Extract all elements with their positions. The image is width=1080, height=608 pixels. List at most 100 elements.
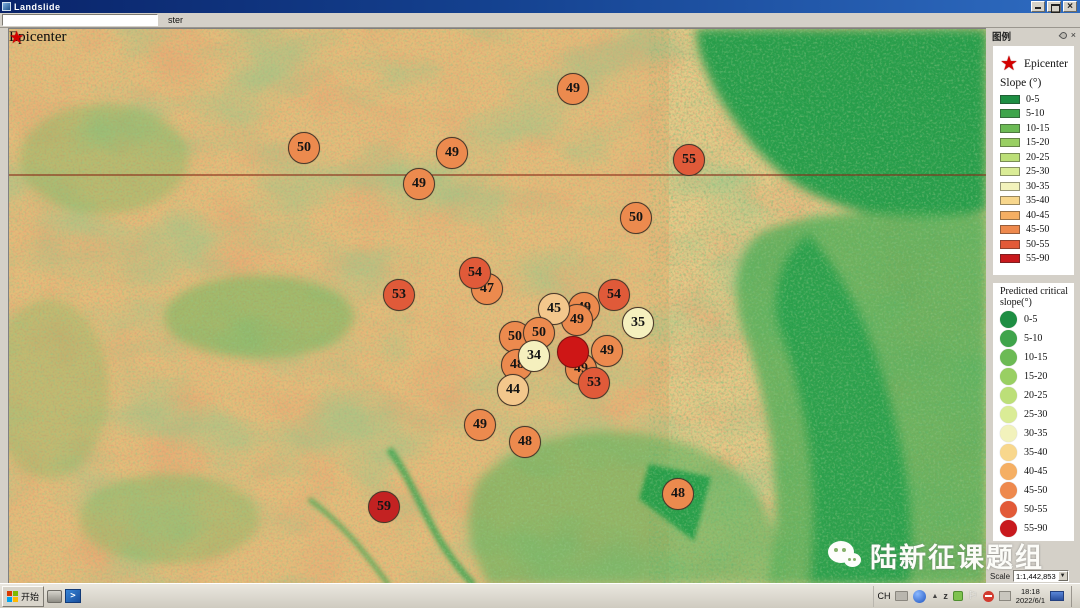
- critical-slope-marker: 49: [436, 137, 468, 169]
- scale-combobox[interactable]: 1:1,442,853: [1013, 570, 1069, 582]
- critical-bin-label: 15-20: [1024, 371, 1047, 382]
- maximize-button[interactable]: [1047, 1, 1061, 12]
- critical-color-circle: [1000, 463, 1017, 480]
- legend-epicenter-label: Epicenter: [1024, 58, 1068, 70]
- critical-slope-marker: 48: [662, 478, 694, 510]
- legend-slope-row: 15-20: [1000, 136, 1074, 151]
- scale-label: Scale: [990, 572, 1010, 581]
- legend-epicenter-row: ★ Epicenter: [1000, 51, 1074, 76]
- alert-tray-icon[interactable]: [983, 591, 994, 602]
- critical-slope-marker: 50: [288, 132, 320, 164]
- critical-color-circle: [1000, 425, 1017, 442]
- critical-slope-legend-box: Predicted critical slope(°) 0-55-1010-15…: [993, 283, 1074, 541]
- critical-slope-marker: 49: [557, 73, 589, 105]
- legend-critical-row: 50-55: [1000, 500, 1074, 519]
- map-canvas[interactable]: 4950494955504754535449494535505048443449…: [8, 28, 986, 583]
- chevron-down-icon[interactable]: [1058, 571, 1068, 581]
- slope-legend-box: ★ Epicenter Slope (°) 0-55-1010-1515-202…: [993, 46, 1074, 275]
- green-app-tray-icon[interactable]: [953, 591, 963, 601]
- critical-slope-marker: 54: [598, 279, 630, 311]
- critical-color-circle: [1000, 387, 1017, 404]
- start-button[interactable]: 开始: [2, 586, 44, 607]
- legend-panel-header: 图例 ×: [986, 28, 1080, 43]
- globe-tray-icon[interactable]: [913, 590, 926, 603]
- critical-bin-label: 0-5: [1024, 314, 1037, 325]
- critical-bin-label: 30-35: [1024, 428, 1047, 439]
- critical-color-circle: [1000, 330, 1017, 347]
- minimize-button[interactable]: [1031, 1, 1045, 12]
- printer-tray-icon[interactable]: [895, 591, 908, 601]
- critical-slope-marker: 54: [459, 257, 491, 289]
- critical-slope-marker: 35: [622, 307, 654, 339]
- legend-epicenter-star-icon: ★: [1000, 54, 1018, 74]
- system-tray: CH ▲ z ⚐ 18:18 2022/6/1: [873, 586, 1078, 607]
- scale-control: Scale 1:1,442,853: [986, 570, 1080, 582]
- critical-slope-marker: 49: [403, 168, 435, 200]
- show-desktop-button[interactable]: [1071, 586, 1075, 607]
- slope-color-swatch: [1000, 167, 1020, 176]
- legend-slope-row: 55-90: [1000, 252, 1074, 267]
- legend-slope-row: 5-10: [1000, 107, 1074, 122]
- slope-color-swatch: [1000, 153, 1020, 162]
- layer-combobox[interactable]: [2, 14, 158, 26]
- legend-panel: 图例 × ★ Epicenter Slope (°) 0-55-1010-151…: [986, 28, 1080, 583]
- critical-slope-marker: 50: [620, 202, 652, 234]
- slope-bin-label: 0-5: [1026, 94, 1039, 105]
- critical-color-circle: [1000, 444, 1017, 461]
- window-title: Landslide: [14, 2, 61, 12]
- legend-slope-row: 30-35: [1000, 179, 1074, 194]
- taskbar-clock[interactable]: 18:18 2022/6/1: [1016, 587, 1045, 606]
- legend-critical-row: 10-15: [1000, 348, 1074, 367]
- legend-critical-row: 35-40: [1000, 443, 1074, 462]
- windows-flag-icon: [7, 591, 18, 602]
- slope-color-swatch: [1000, 182, 1020, 191]
- critical-color-circle: [1000, 482, 1017, 499]
- action-center-flag-icon[interactable]: ⚐: [968, 591, 978, 602]
- slope-color-swatch: [1000, 240, 1020, 249]
- legend-slope-row: 0-5: [1000, 92, 1074, 107]
- device-tray-icon[interactable]: [999, 591, 1011, 601]
- slope-color-swatch: [1000, 211, 1020, 220]
- show-hidden-icons-chevron[interactable]: ▲: [931, 593, 938, 600]
- language-indicator[interactable]: CH: [877, 591, 890, 601]
- legend-critical-row: 0-5: [1000, 310, 1074, 329]
- critical-color-circle: [1000, 501, 1017, 518]
- legend-critical-row: 20-25: [1000, 386, 1074, 405]
- legend-slope-row: 40-45: [1000, 208, 1074, 223]
- critical-color-circle: [1000, 311, 1017, 328]
- critical-color-circle: [1000, 349, 1017, 366]
- legend-close-icon[interactable]: ×: [1071, 31, 1076, 40]
- critical-slope-legend-title: Predicted critical slope(°): [1000, 286, 1072, 308]
- critical-slope-marker: 44: [497, 374, 529, 406]
- powershell-icon[interactable]: [65, 589, 81, 603]
- pin-icon[interactable]: [1058, 31, 1068, 41]
- slope-bin-label: 15-20: [1026, 137, 1049, 148]
- slope-bin-label: 10-15: [1026, 123, 1049, 134]
- start-button-label: 开始: [21, 590, 39, 603]
- slope-bin-label: 55-90: [1026, 253, 1049, 264]
- critical-bin-label: 25-30: [1024, 409, 1047, 420]
- legend-slope-row: 45-50: [1000, 223, 1074, 238]
- epicenter-red-circle: [557, 336, 589, 368]
- slope-legend-rows: 0-55-1010-1515-2020-2525-3030-3535-4040-…: [1000, 92, 1074, 266]
- slope-bin-label: 45-50: [1026, 224, 1049, 235]
- critical-color-circle: [1000, 520, 1017, 537]
- legend-slope-row: 35-40: [1000, 194, 1074, 209]
- epicenter-star-icon: ★: [9, 29, 24, 46]
- device-quicklaunch-icon[interactable]: [47, 590, 62, 603]
- legend-critical-row: 45-50: [1000, 481, 1074, 500]
- ime-tray-icon[interactable]: z: [943, 592, 948, 601]
- critical-slope-marker: 59: [368, 491, 400, 523]
- network-tray-icon[interactable]: [1050, 591, 1064, 601]
- scale-value: 1:1,442,853: [1014, 572, 1058, 581]
- legend-slope-row: 25-30: [1000, 165, 1074, 180]
- slope-bin-label: 30-35: [1026, 181, 1049, 192]
- critical-color-circle: [1000, 368, 1017, 385]
- critical-slope-marker: 49: [591, 335, 623, 367]
- clock-date: 2022/6/1: [1016, 596, 1045, 605]
- slope-color-swatch: [1000, 95, 1020, 104]
- legend-critical-row: 40-45: [1000, 462, 1074, 481]
- legend-panel-title: 图例: [992, 29, 1011, 43]
- slope-color-swatch: [1000, 225, 1020, 234]
- close-button[interactable]: [1063, 1, 1077, 12]
